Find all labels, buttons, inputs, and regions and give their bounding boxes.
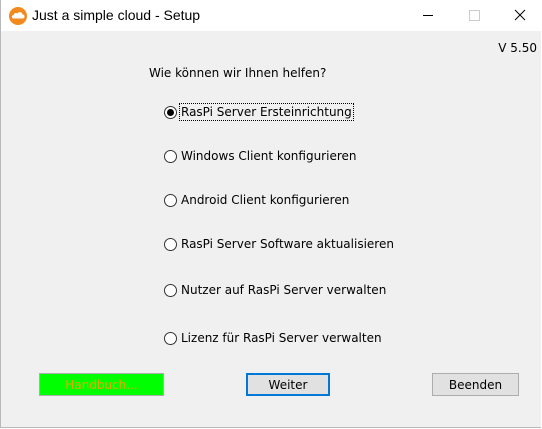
radio-button[interactable] <box>164 149 177 163</box>
maximize-icon <box>469 10 480 21</box>
window-title: Just a simple cloud - Setup <box>32 7 201 23</box>
radio-option-label[interactable]: Lizenz für RasPi Server verwalten <box>180 330 383 346</box>
radio-option[interactable]: Lizenz für RasPi Server verwalten <box>164 329 383 347</box>
question-label: Wie können wir Ihnen helfen? <box>149 66 327 80</box>
radio-option[interactable]: Android Client konfigurieren <box>164 191 350 209</box>
radio-option-label[interactable]: Windows Client konfigurieren <box>180 148 358 164</box>
manual-button[interactable]: Handbuch... <box>39 373 164 396</box>
radio-button[interactable] <box>164 237 177 251</box>
title-bar[interactable]: Just a simple cloud - Setup <box>1 0 542 31</box>
radio-button-checked[interactable] <box>164 105 177 119</box>
radio-dot <box>167 108 174 116</box>
radio-option[interactable]: Nutzer auf RasPi Server verwalten <box>164 281 387 299</box>
radio-option-label[interactable]: RasPi Server Ersteinrichtung <box>179 103 354 121</box>
maximize-button[interactable] <box>451 0 497 31</box>
next-button[interactable]: Weiter <box>246 373 330 396</box>
setup-window: Just a simple cloud - Setup V 5.50 Wie k… <box>0 0 542 428</box>
radio-option[interactable]: Windows Client konfigurieren <box>164 147 358 165</box>
close-icon <box>514 9 526 21</box>
minimize-button[interactable] <box>405 0 451 31</box>
radio-option-label[interactable]: Android Client konfigurieren <box>180 192 350 208</box>
minimize-icon <box>423 15 433 16</box>
client-area <box>2 31 541 427</box>
radio-option-label[interactable]: Nutzer auf RasPi Server verwalten <box>180 282 387 298</box>
radio-button[interactable] <box>164 331 177 345</box>
radio-option[interactable]: RasPi Server Ersteinrichtung <box>164 103 354 121</box>
radio-option[interactable]: RasPi Server Software aktualisieren <box>164 235 395 253</box>
cloud-icon <box>9 7 27 25</box>
quit-button[interactable]: Beenden <box>432 373 519 396</box>
radio-button[interactable] <box>164 283 177 297</box>
radio-option-label[interactable]: RasPi Server Software aktualisieren <box>180 236 395 252</box>
close-button[interactable] <box>497 0 542 31</box>
version-label: V 5.50 <box>498 41 537 55</box>
radio-button[interactable] <box>164 193 177 207</box>
